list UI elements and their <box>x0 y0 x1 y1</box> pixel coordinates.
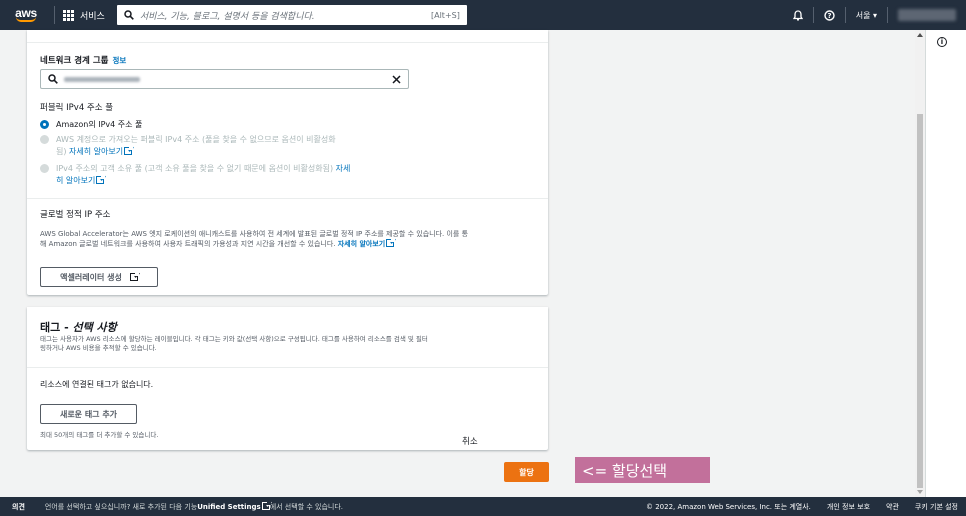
external-link-icon <box>261 500 272 510</box>
scroll-up-arrow-icon[interactable] <box>917 33 923 37</box>
network-border-group-field[interactable]: ap-northeast-2 <box>40 69 409 89</box>
account-name-redacted <box>898 9 956 21</box>
services-menu-button[interactable]: 서비스 <box>63 9 105 22</box>
help-button[interactable]: ? <box>814 0 845 30</box>
global-accelerator-learn-more-link[interactable]: 자세히 알아보기 <box>338 240 386 248</box>
tag-limit-hint: 최대 50개의 태그를 더 추가할 수 있습니다. <box>40 431 159 439</box>
feedback-link[interactable]: 의견 <box>12 502 25 512</box>
clear-icon[interactable] <box>392 74 401 84</box>
privacy-link[interactable]: 개인 정보 보호 <box>827 502 870 512</box>
help-icon: ? <box>824 9 835 21</box>
ipv4-pool-label: 퍼블릭 IPv4 주소 풀 <box>40 103 114 113</box>
help-panel-rail: i <box>925 30 966 497</box>
terms-link[interactable]: 약관 <box>886 502 899 512</box>
radio-disabled-icon <box>40 164 49 173</box>
language-notice: 언어를 선택하고 싶으십니까? 새로 추가된 다음 기능Unified Sett… <box>44 500 344 511</box>
network-info-link[interactable]: 정보 <box>112 56 126 65</box>
svg-text:?: ? <box>827 12 831 20</box>
network-border-group-value: ap-northeast-2 <box>64 75 392 83</box>
no-tags-message: 리소스에 연결된 태그가 없습니다. <box>40 380 154 389</box>
radio-disabled-icon <box>40 135 49 144</box>
tags-title: 태그 - 선택 사항 <box>40 321 117 334</box>
radio-byoip-pool: AWS 계정으로 가져오는 퍼블릭 IPv4 주소 (풀을 찾을 수 없으므로 … <box>40 134 336 158</box>
footer: 의견 언어를 선택하고 싶으십니까? 새로 추가된 다음 기능Unified S… <box>0 497 966 516</box>
radio-selected-icon <box>40 120 49 129</box>
search-input[interactable]: 서비스, 기능, 블로그, 설명서 등을 검색합니다. [Alt+S] <box>116 5 467 25</box>
external-link-icon <box>124 146 134 155</box>
top-navigation: aws 서비스 서비스, 기능, 블로그, 설명서 등을 검색합니다. [Alt… <box>0 0 966 30</box>
allocate-address-panel: 네트워크 경계 그룹정보 ap-northeast-2 퍼블릭 IPv4 주소 … <box>27 30 548 295</box>
radio-amazon-pool[interactable]: Amazon의 IPv4 주소 풀 <box>40 119 142 130</box>
allocate-button[interactable]: 할당 <box>504 462 549 482</box>
tags-panel: 태그 - 선택 사항 태그는 사용자가 AWS 리소스에 할당하는 레이블입니다… <box>27 307 548 450</box>
search-icon <box>124 10 134 20</box>
coip-learn-more-link-b[interactable]: 히 알아보기 <box>56 176 95 185</box>
bell-icon <box>792 9 803 20</box>
page-scrollbar[interactable] <box>915 30 925 497</box>
annotation-label: <= 할당선택 <box>575 457 710 483</box>
aws-logo[interactable]: aws <box>6 0 46 30</box>
tags-description: 태그는 사용자가 AWS 리소스에 할당하는 레이블입니다. 각 태그는 키와 … <box>40 335 428 352</box>
cancel-button[interactable]: 취소 <box>462 435 478 447</box>
unified-settings-link[interactable]: Unified Settings <box>197 503 261 511</box>
cookie-preferences-link[interactable]: 쿠키 기본 설정 <box>915 502 958 512</box>
search-shortcut: [Alt+S] <box>430 10 460 20</box>
byoip-learn-more-link[interactable]: 자세히 알아보기 <box>69 147 123 156</box>
search-icon <box>48 74 58 84</box>
account-menu[interactable] <box>888 0 966 30</box>
grid-icon <box>63 9 74 21</box>
search-placeholder: 서비스, 기능, 블로그, 설명서 등을 검색합니다. <box>139 11 315 22</box>
copyright-text: © 2022, Amazon Web Services, Inc. 또는 계열사… <box>646 502 811 511</box>
global-accelerator-description: AWS Global Accelerator는 AWS 엣지 로케이션의 애니캐… <box>40 230 469 248</box>
main-content: 네트워크 경계 그룹정보 ap-northeast-2 퍼블릭 IPv4 주소 … <box>0 30 966 497</box>
external-link-icon <box>129 272 140 281</box>
scroll-thumb[interactable] <box>917 114 923 488</box>
external-link-icon <box>96 175 106 184</box>
external-link-icon <box>386 238 396 247</box>
global-static-ip-label: 글로벌 정적 IP 주소 <box>40 210 111 220</box>
coip-learn-more-link-a[interactable]: 자세 <box>336 164 351 173</box>
scroll-down-arrow-icon[interactable] <box>917 490 923 494</box>
radio-customer-owned-pool: IPv4 주소의 고객 소유 풀 (고객 소유 풀을 찾을 수 없기 때문에 옵… <box>40 163 350 187</box>
create-accelerator-button[interactable]: 액셀러레이터 생성 <box>40 267 158 287</box>
info-icon[interactable]: i <box>937 37 947 47</box>
region-selector[interactable]: 서울 ▾ <box>846 0 887 30</box>
add-tag-button[interactable]: 새로운 태그 추가 <box>40 404 137 424</box>
notifications-button[interactable] <box>783 0 813 30</box>
network-border-group-label: 네트워크 경계 그룹 <box>40 56 109 66</box>
